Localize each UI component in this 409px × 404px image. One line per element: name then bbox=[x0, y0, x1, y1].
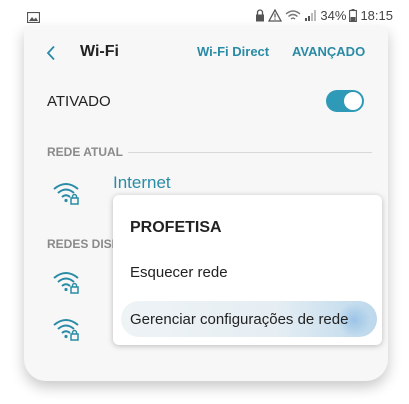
warning-icon bbox=[268, 8, 283, 22]
page-title: Wi-Fi bbox=[80, 43, 119, 60]
wifi-lock-icon[interactable] bbox=[52, 270, 80, 299]
menu-title: PROFETISA bbox=[130, 219, 222, 236]
wifi-icon bbox=[285, 9, 301, 22]
section-available-networks: REDES DISP bbox=[47, 237, 120, 251]
manage-network-settings-item[interactable]: Gerenciar configurações de rede bbox=[130, 311, 348, 328]
battery-percent: 34% bbox=[320, 7, 347, 23]
forget-network-item[interactable]: Esquecer rede bbox=[130, 264, 228, 281]
network-context-menu: PROFETISA Esquecer rede Gerenciar config… bbox=[113, 195, 382, 345]
status-icons: 34% 18:15 bbox=[255, 7, 393, 23]
wifi-lock-icon[interactable] bbox=[52, 317, 80, 346]
wifi-lock-icon bbox=[52, 181, 80, 210]
back-arrow-icon[interactable] bbox=[46, 45, 56, 66]
section-current-network: REDE ATUAL bbox=[47, 145, 123, 159]
clock: 18:15 bbox=[360, 7, 393, 23]
status-bar: 34% 18:15 bbox=[0, 0, 409, 30]
app-bar: Wi-Fi Wi-Fi Direct AVANÇADO bbox=[24, 27, 388, 79]
advanced-button[interactable]: AVANÇADO bbox=[292, 44, 365, 59]
current-network-name[interactable]: Internet bbox=[113, 173, 171, 193]
gallery-icon bbox=[26, 10, 41, 28]
switch-knob bbox=[344, 92, 362, 110]
signal-icon bbox=[304, 9, 317, 22]
wifi-switch[interactable] bbox=[326, 90, 364, 112]
wifi-settings-card: Wi-Fi Wi-Fi Direct AVANÇADO ATIVADO REDE… bbox=[24, 27, 388, 381]
battery-icon bbox=[349, 8, 358, 22]
wifi-toggle-row[interactable]: ATIVADO bbox=[24, 79, 388, 129]
lock-icon bbox=[255, 8, 265, 22]
section-divider bbox=[128, 152, 372, 153]
toggle-label: ATIVADO bbox=[47, 93, 111, 110]
wifi-direct-button[interactable]: Wi-Fi Direct bbox=[197, 44, 269, 59]
